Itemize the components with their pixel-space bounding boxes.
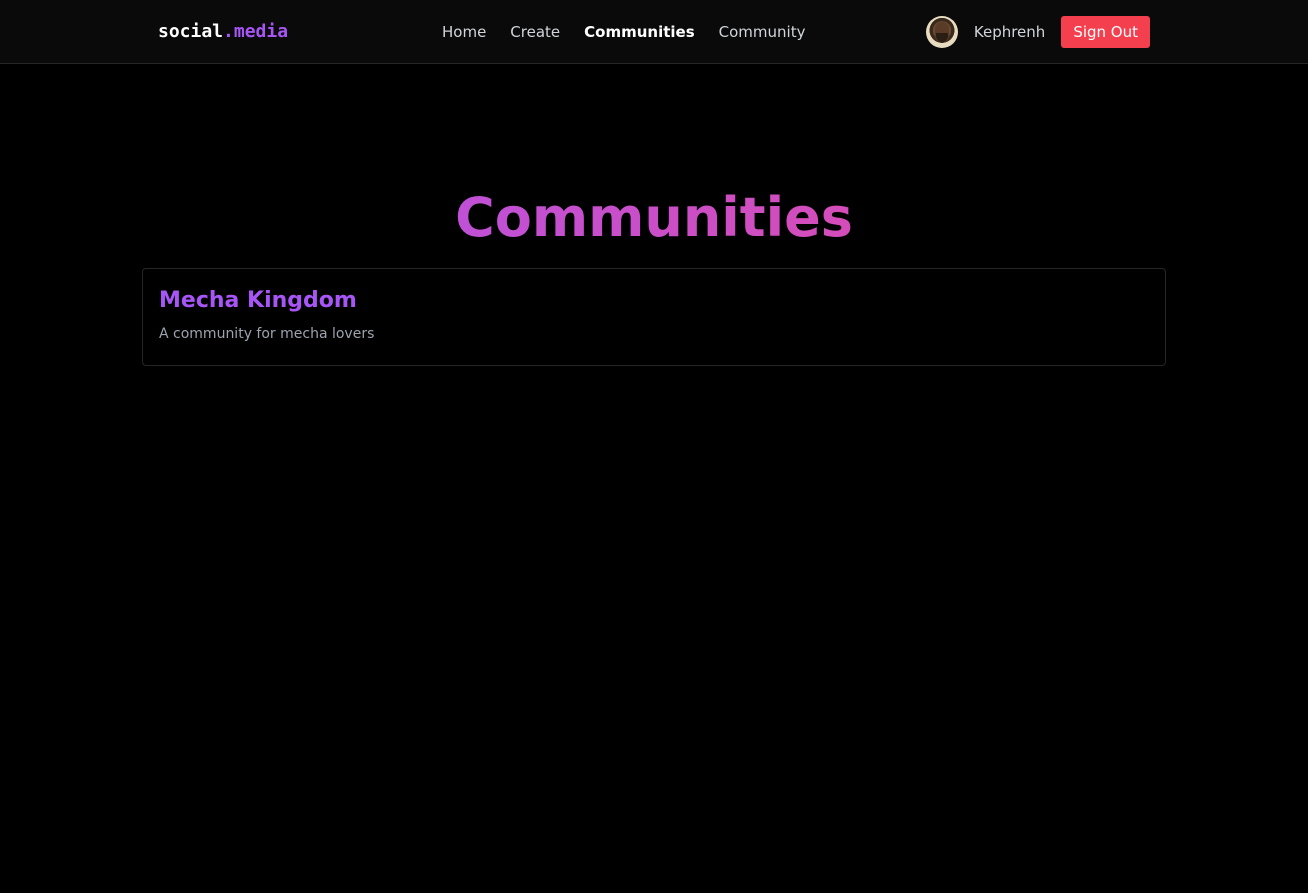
community-card[interactable]: Mecha Kingdom A community for mecha love… bbox=[142, 268, 1166, 366]
main-nav: Home Create Communities Community bbox=[442, 20, 805, 44]
brand-name: social bbox=[158, 21, 224, 42]
community-name[interactable]: Mecha Kingdom bbox=[159, 287, 1149, 315]
avatar bbox=[925, 16, 958, 48]
nav-link-create[interactable]: Create bbox=[510, 23, 560, 41]
nav-link-communities[interactable]: Communities bbox=[584, 23, 695, 41]
username: Kephrenh bbox=[973, 23, 1046, 41]
community-description: A community for mecha lovers bbox=[159, 326, 375, 342]
community-list: Mecha Kingdom A community for mecha love… bbox=[142, 268, 1166, 366]
nav-link-community[interactable]: Community bbox=[719, 23, 806, 41]
page-title: Communities bbox=[0, 182, 1308, 254]
nav-link-home[interactable]: Home bbox=[442, 23, 486, 41]
sign-out-button[interactable]: Sign Out bbox=[1061, 16, 1150, 48]
top-navbar: social.media Home Create Communities Com… bbox=[0, 0, 1308, 64]
user-area: Kephrenh Sign Out bbox=[925, 16, 1150, 48]
brand-logo[interactable]: social.media bbox=[158, 20, 288, 44]
brand-suffix: .media bbox=[223, 21, 289, 42]
